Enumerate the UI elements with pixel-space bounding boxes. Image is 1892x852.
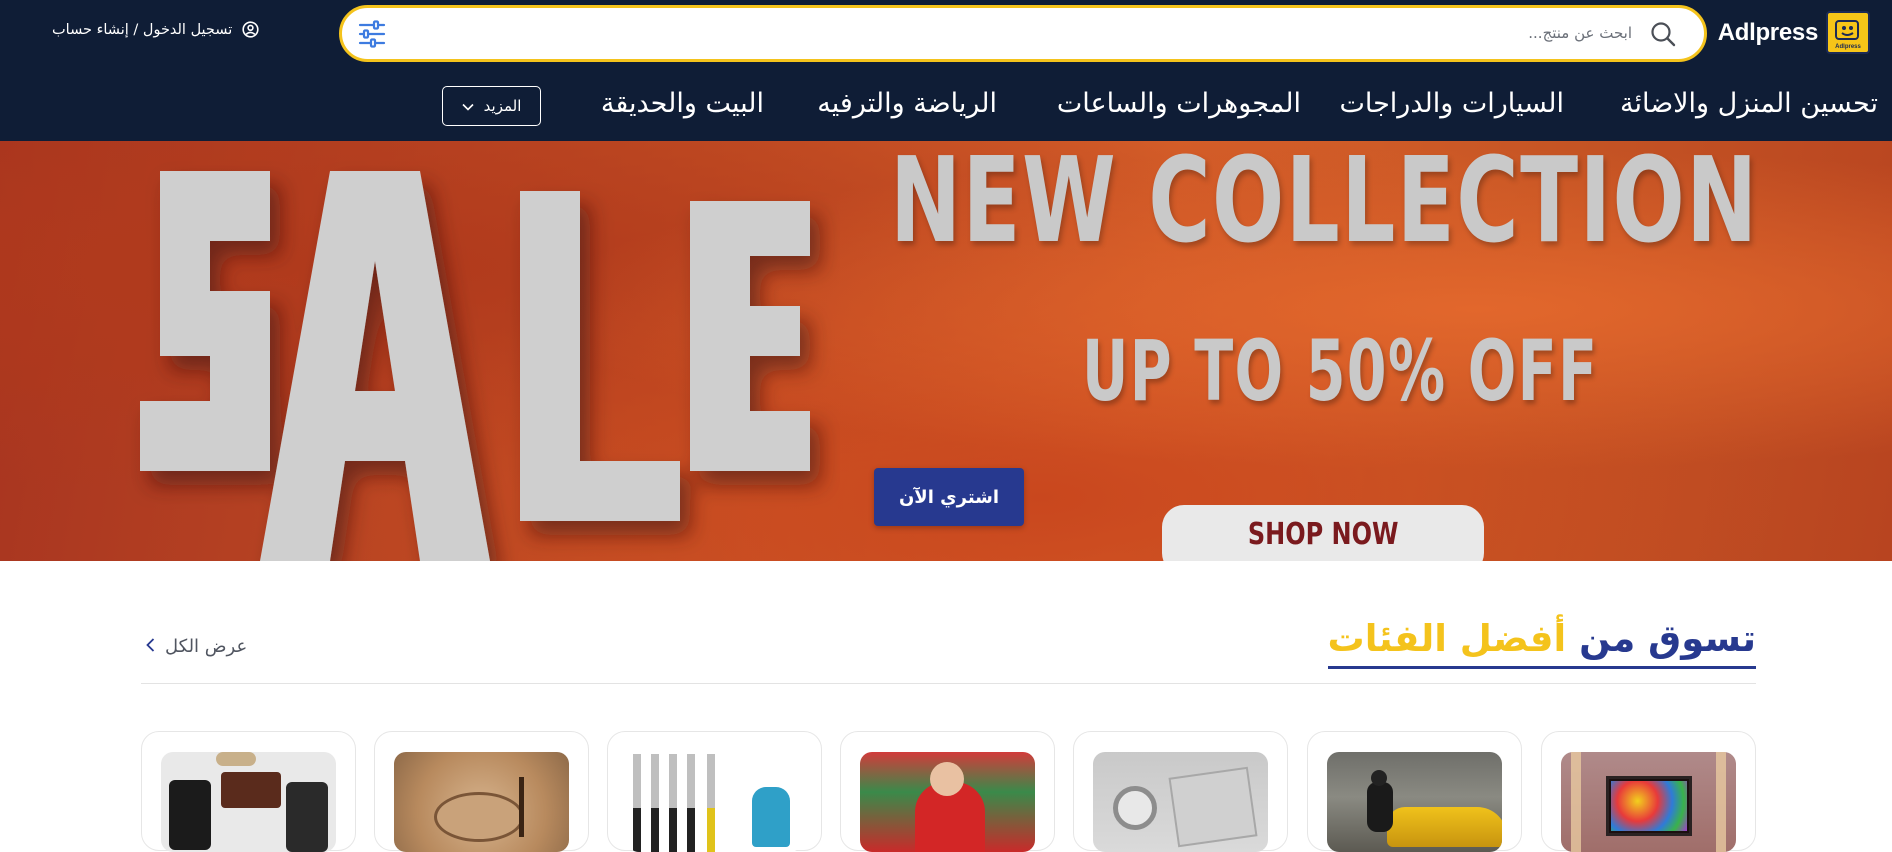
logo-badge-icon: Adlpress — [1826, 11, 1870, 54]
nav-item-home-improvement[interactable]: تحسين المنزل والاضائة — [1620, 88, 1878, 119]
logo-badge-text: Adlpress — [1835, 44, 1861, 50]
category-card-lighting[interactable] — [1541, 731, 1756, 852]
category-image-lighting — [1561, 752, 1736, 852]
category-image-garden-tools — [627, 752, 802, 852]
category-image-sports — [860, 752, 1035, 852]
logo-text: Adlpress — [1717, 18, 1819, 46]
filter-sliders-icon[interactable] — [358, 20, 386, 52]
search-input[interactable] — [732, 18, 1632, 48]
hero-subtitle: UP TO 50% OFF — [1082, 322, 1599, 420]
section-title: تسوق من أفضل الفئات — [1327, 617, 1756, 669]
view-all-label: عرض الكل — [165, 636, 248, 657]
buy-now-button[interactable]: اشتري الآن — [874, 468, 1024, 526]
category-card-cars[interactable] — [1307, 731, 1522, 852]
search-icon[interactable] — [1650, 21, 1676, 51]
nav-item-jewelry-watches[interactable]: المجوهرات والساعات — [1057, 88, 1301, 119]
site-logo[interactable]: Adlpress Adlpress — [1718, 11, 1870, 54]
user-circle-icon — [242, 21, 259, 38]
category-image-cars — [1327, 752, 1502, 852]
chevron-left-icon — [146, 636, 155, 657]
category-image-accessories — [161, 752, 336, 852]
category-card-crafts[interactable] — [374, 731, 589, 852]
top-header: Adlpress Adlpress ابحث عن منتج... تسجيل … — [0, 0, 1892, 141]
category-image-watches — [1093, 752, 1268, 852]
category-card-accessories[interactable] — [141, 731, 356, 852]
sale-graphic — [140, 171, 810, 561]
category-cards — [141, 731, 1756, 852]
shop-now-text: SHOP NOW — [1247, 517, 1399, 552]
nav-item-cars-bikes[interactable]: السيارات والدراجات — [1339, 88, 1564, 119]
category-card-garden-tools[interactable] — [607, 731, 822, 852]
section-title-part2: أفضل الفئات — [1327, 617, 1567, 660]
more-label: المزيد — [483, 97, 522, 115]
banner-shop-now-graphic: SHOP NOW — [1162, 505, 1484, 561]
auth-text: تسجيل الدخول / إنشاء حساب — [52, 21, 233, 38]
category-card-sports[interactable] — [840, 731, 1055, 852]
search-bar[interactable] — [339, 5, 1707, 62]
view-all-link[interactable]: عرض الكل — [146, 636, 247, 657]
hero-banner[interactable]: NEW COLLECTION UP TO 50% OFF SHOP NOW اش… — [0, 141, 1892, 561]
nav-item-home-garden[interactable]: البيت والحديقة — [601, 88, 764, 119]
chevron-down-icon — [462, 97, 474, 115]
hero-title: NEW COLLECTION — [890, 141, 1759, 269]
category-nav: تحسين المنزل والاضائة السيارات والدراجات… — [0, 70, 1892, 141]
more-dropdown-button[interactable]: المزيد — [442, 86, 541, 126]
category-image-crafts — [394, 752, 569, 852]
category-card-watches[interactable] — [1073, 731, 1288, 852]
login-signup-link[interactable]: تسجيل الدخول / إنشاء حساب — [52, 21, 259, 38]
top-categories-header: تسوق من أفضل الفئات عرض الكل — [141, 610, 1756, 684]
section-title-part1: تسوق من — [1579, 617, 1756, 660]
nav-item-sports-leisure[interactable]: الرياضة والترفيه — [817, 88, 997, 119]
